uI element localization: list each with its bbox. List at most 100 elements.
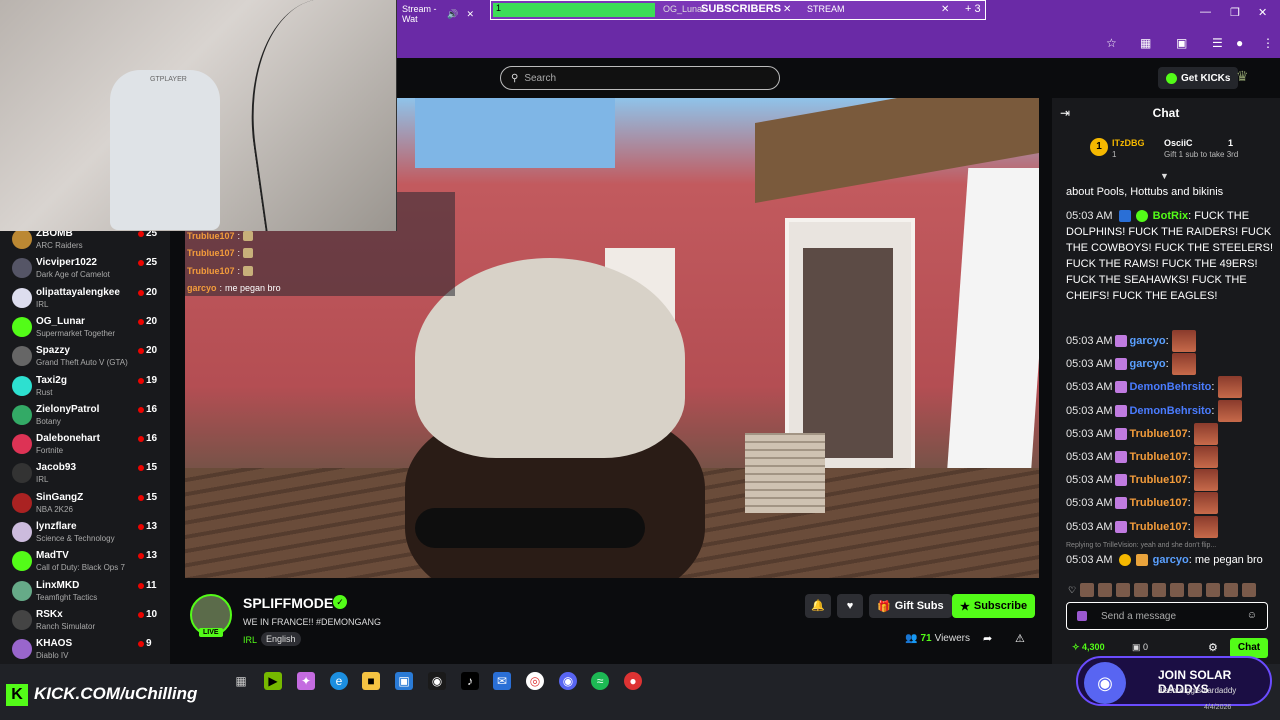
channel-viewers: 11: [146, 579, 157, 591]
sidebar-channel[interactable]: lynzflare Science & Technology 13: [0, 517, 170, 546]
emote-icon[interactable]: [1116, 583, 1131, 597]
chat-user[interactable]: Trublue107: [1129, 451, 1187, 463]
emote-icon[interactable]: [1080, 583, 1095, 597]
sub-badge-icon: [1135, 554, 1148, 567]
search-input[interactable]: ⚲ Search: [500, 66, 780, 90]
emote-icon: [1171, 330, 1196, 352]
nvidia-icon[interactable]: ▶: [264, 672, 282, 690]
emote-icon[interactable]: [1188, 583, 1203, 597]
playlist-icon[interactable]: ☰: [1212, 36, 1223, 50]
emote-icon[interactable]: [1242, 583, 1257, 597]
chat-user[interactable]: garcyo: [1129, 358, 1165, 370]
sidebar-channel[interactable]: Taxi2g Rust 19: [0, 371, 170, 400]
chat-user[interactable]: Trublue107: [1129, 497, 1187, 509]
live-dot-icon: [138, 406, 144, 413]
chat-send-button[interactable]: Chat: [1230, 638, 1268, 658]
outlook-icon[interactable]: ✉: [493, 672, 511, 690]
emote-icon[interactable]: [1170, 583, 1185, 597]
close-icon[interactable]: ✕: [466, 9, 474, 20]
tab-og-label[interactable]: OG_Lunar: [663, 4, 705, 14]
emote-icon[interactable]: [1224, 583, 1239, 597]
folder-icon[interactable]: ■: [362, 672, 380, 690]
kicks-balance[interactable]: ✧ 4,300: [1072, 642, 1105, 653]
leader-first-name: ITzDBG: [1112, 138, 1145, 148]
channel-avatar: [12, 551, 32, 572]
channel-points[interactable]: ▣ 0: [1132, 642, 1148, 653]
sidebar-channel[interactable]: KHAOS Diablo IV 9: [0, 634, 170, 663]
edge-icon[interactable]: e: [330, 672, 348, 690]
live-dot-icon: [138, 348, 144, 355]
sidebar-channel[interactable]: Jacob93 IRL 15: [0, 458, 170, 487]
gift-subs-button[interactable]: 🎁 Gift Subs: [869, 594, 952, 618]
sidebar-channel[interactable]: Dalebonehart Fortnite 16: [0, 429, 170, 458]
chat-user[interactable]: Trublue107: [1129, 428, 1187, 440]
heart-icon[interactable]: ♡: [1068, 585, 1076, 596]
sidebar-channel[interactable]: Spazzy Grand Theft Auto V (GTA) 20: [0, 341, 170, 370]
language-tag[interactable]: English: [261, 632, 301, 646]
sidebar-channel[interactable]: MadTV Call of Duty: Black Ops 7 13: [0, 546, 170, 575]
close-window-icon[interactable]: ✕: [1258, 6, 1267, 19]
photos-icon[interactable]: ◉: [428, 672, 446, 690]
emoji-icon[interactable]: ☺: [1247, 610, 1257, 621]
task-view-icon[interactable]: ▦: [232, 672, 250, 690]
cast-icon[interactable]: ▣: [1176, 36, 1187, 50]
sidebar-channel[interactable]: RSKx Ranch Simulator 10: [0, 605, 170, 634]
sidebar-channel[interactable]: olipattayalengkee IRL 20: [0, 283, 170, 312]
chat-user[interactable]: DemonBehrsito: [1129, 405, 1211, 417]
get-kicks-button[interactable]: Get KICKs: [1158, 67, 1239, 89]
sidebar-channel[interactable]: LinxMKD Teamfight Tactics 11: [0, 576, 170, 605]
sidebar-channel[interactable]: SinGangZ NBA 2K26 15: [0, 488, 170, 517]
emote-icon[interactable]: [1098, 583, 1113, 597]
stream-category[interactable]: IRL: [243, 635, 257, 645]
chat-user[interactable]: Trublue107: [1129, 521, 1187, 533]
emote-icon[interactable]: [1152, 583, 1167, 597]
channel-category: Grand Theft Auto V (GTA): [36, 358, 128, 368]
minimize-icon[interactable]: —: [1200, 6, 1211, 18]
chat-user[interactable]: BotRix: [1153, 210, 1188, 222]
chat-user[interactable]: DemonBehrsito: [1129, 381, 1211, 393]
channel-name: Vicviper1022: [36, 257, 97, 269]
chrome-icon[interactable]: ◎: [526, 672, 544, 690]
profile-icon[interactable]: ●: [1236, 36, 1243, 50]
restore-icon[interactable]: ❐: [1230, 6, 1240, 19]
speaker-icon[interactable]: 🔊: [447, 9, 458, 20]
copilot-icon[interactable]: ✦: [297, 672, 315, 690]
follow-button[interactable]: ♥: [837, 594, 863, 618]
channel-name: Taxi2g: [36, 374, 67, 386]
share-icon[interactable]: ➦: [983, 632, 992, 645]
emote-icon[interactable]: [1134, 583, 1149, 597]
notify-button[interactable]: 🔔: [805, 594, 831, 618]
sub-badge-icon: [1115, 404, 1128, 417]
app-icon[interactable]: ●: [624, 672, 642, 690]
tab-progress[interactable]: 1: [493, 3, 655, 17]
tab-group[interactable]: 1 OG_Lunar SUBSCRIBERS ✕ STREAM ✕ + 3: [490, 0, 986, 20]
new-tab-button[interactable]: + 3: [965, 3, 981, 15]
sidebar-channel[interactable]: Vicviper1022 Dark Age of Camelot 25: [0, 253, 170, 282]
menu-icon[interactable]: ⋮: [1262, 36, 1274, 50]
pinned-expand-icon[interactable]: ▼: [1160, 171, 1169, 181]
tab-stream-label[interactable]: STREAM: [807, 4, 845, 14]
chat-user[interactable]: garcyo: [1153, 554, 1189, 566]
emote-icon[interactable]: [1206, 583, 1221, 597]
chat-message-input[interactable]: Send a message ☺: [1066, 602, 1268, 630]
tab-stream-watch[interactable]: Stream - Wat 🔊 ✕: [396, 4, 480, 24]
report-icon[interactable]: ⚠: [1015, 632, 1025, 645]
chat-user[interactable]: garcyo: [1129, 335, 1165, 347]
subscribe-button[interactable]: ★ Subscribe: [952, 594, 1036, 618]
sidebar-channel[interactable]: ZielonyPatrol Botany 16: [0, 400, 170, 429]
badge-select-icon[interactable]: [1077, 611, 1087, 621]
user-avatar[interactable]: ♛: [1236, 68, 1256, 88]
channel-viewers: 15: [146, 462, 158, 474]
star-icon[interactable]: ☆: [1106, 36, 1117, 50]
spotify-icon[interactable]: ≈: [591, 672, 609, 690]
extension-icon[interactable]: ▦: [1140, 36, 1151, 50]
chat-user[interactable]: Trublue107: [1129, 474, 1187, 486]
close-icon[interactable]: ✕: [941, 4, 949, 15]
gear-icon[interactable]: ⚙: [1208, 641, 1218, 654]
streamer-name[interactable]: SPLIFFMODE: [243, 595, 333, 611]
discord-icon[interactable]: ◉: [559, 672, 577, 690]
sidebar-channel[interactable]: OG_Lunar Supermarket Together 20: [0, 312, 170, 341]
store-icon[interactable]: ▣: [395, 672, 413, 690]
tiktok-icon[interactable]: ♪: [461, 672, 479, 690]
close-icon[interactable]: ✕: [783, 4, 791, 15]
